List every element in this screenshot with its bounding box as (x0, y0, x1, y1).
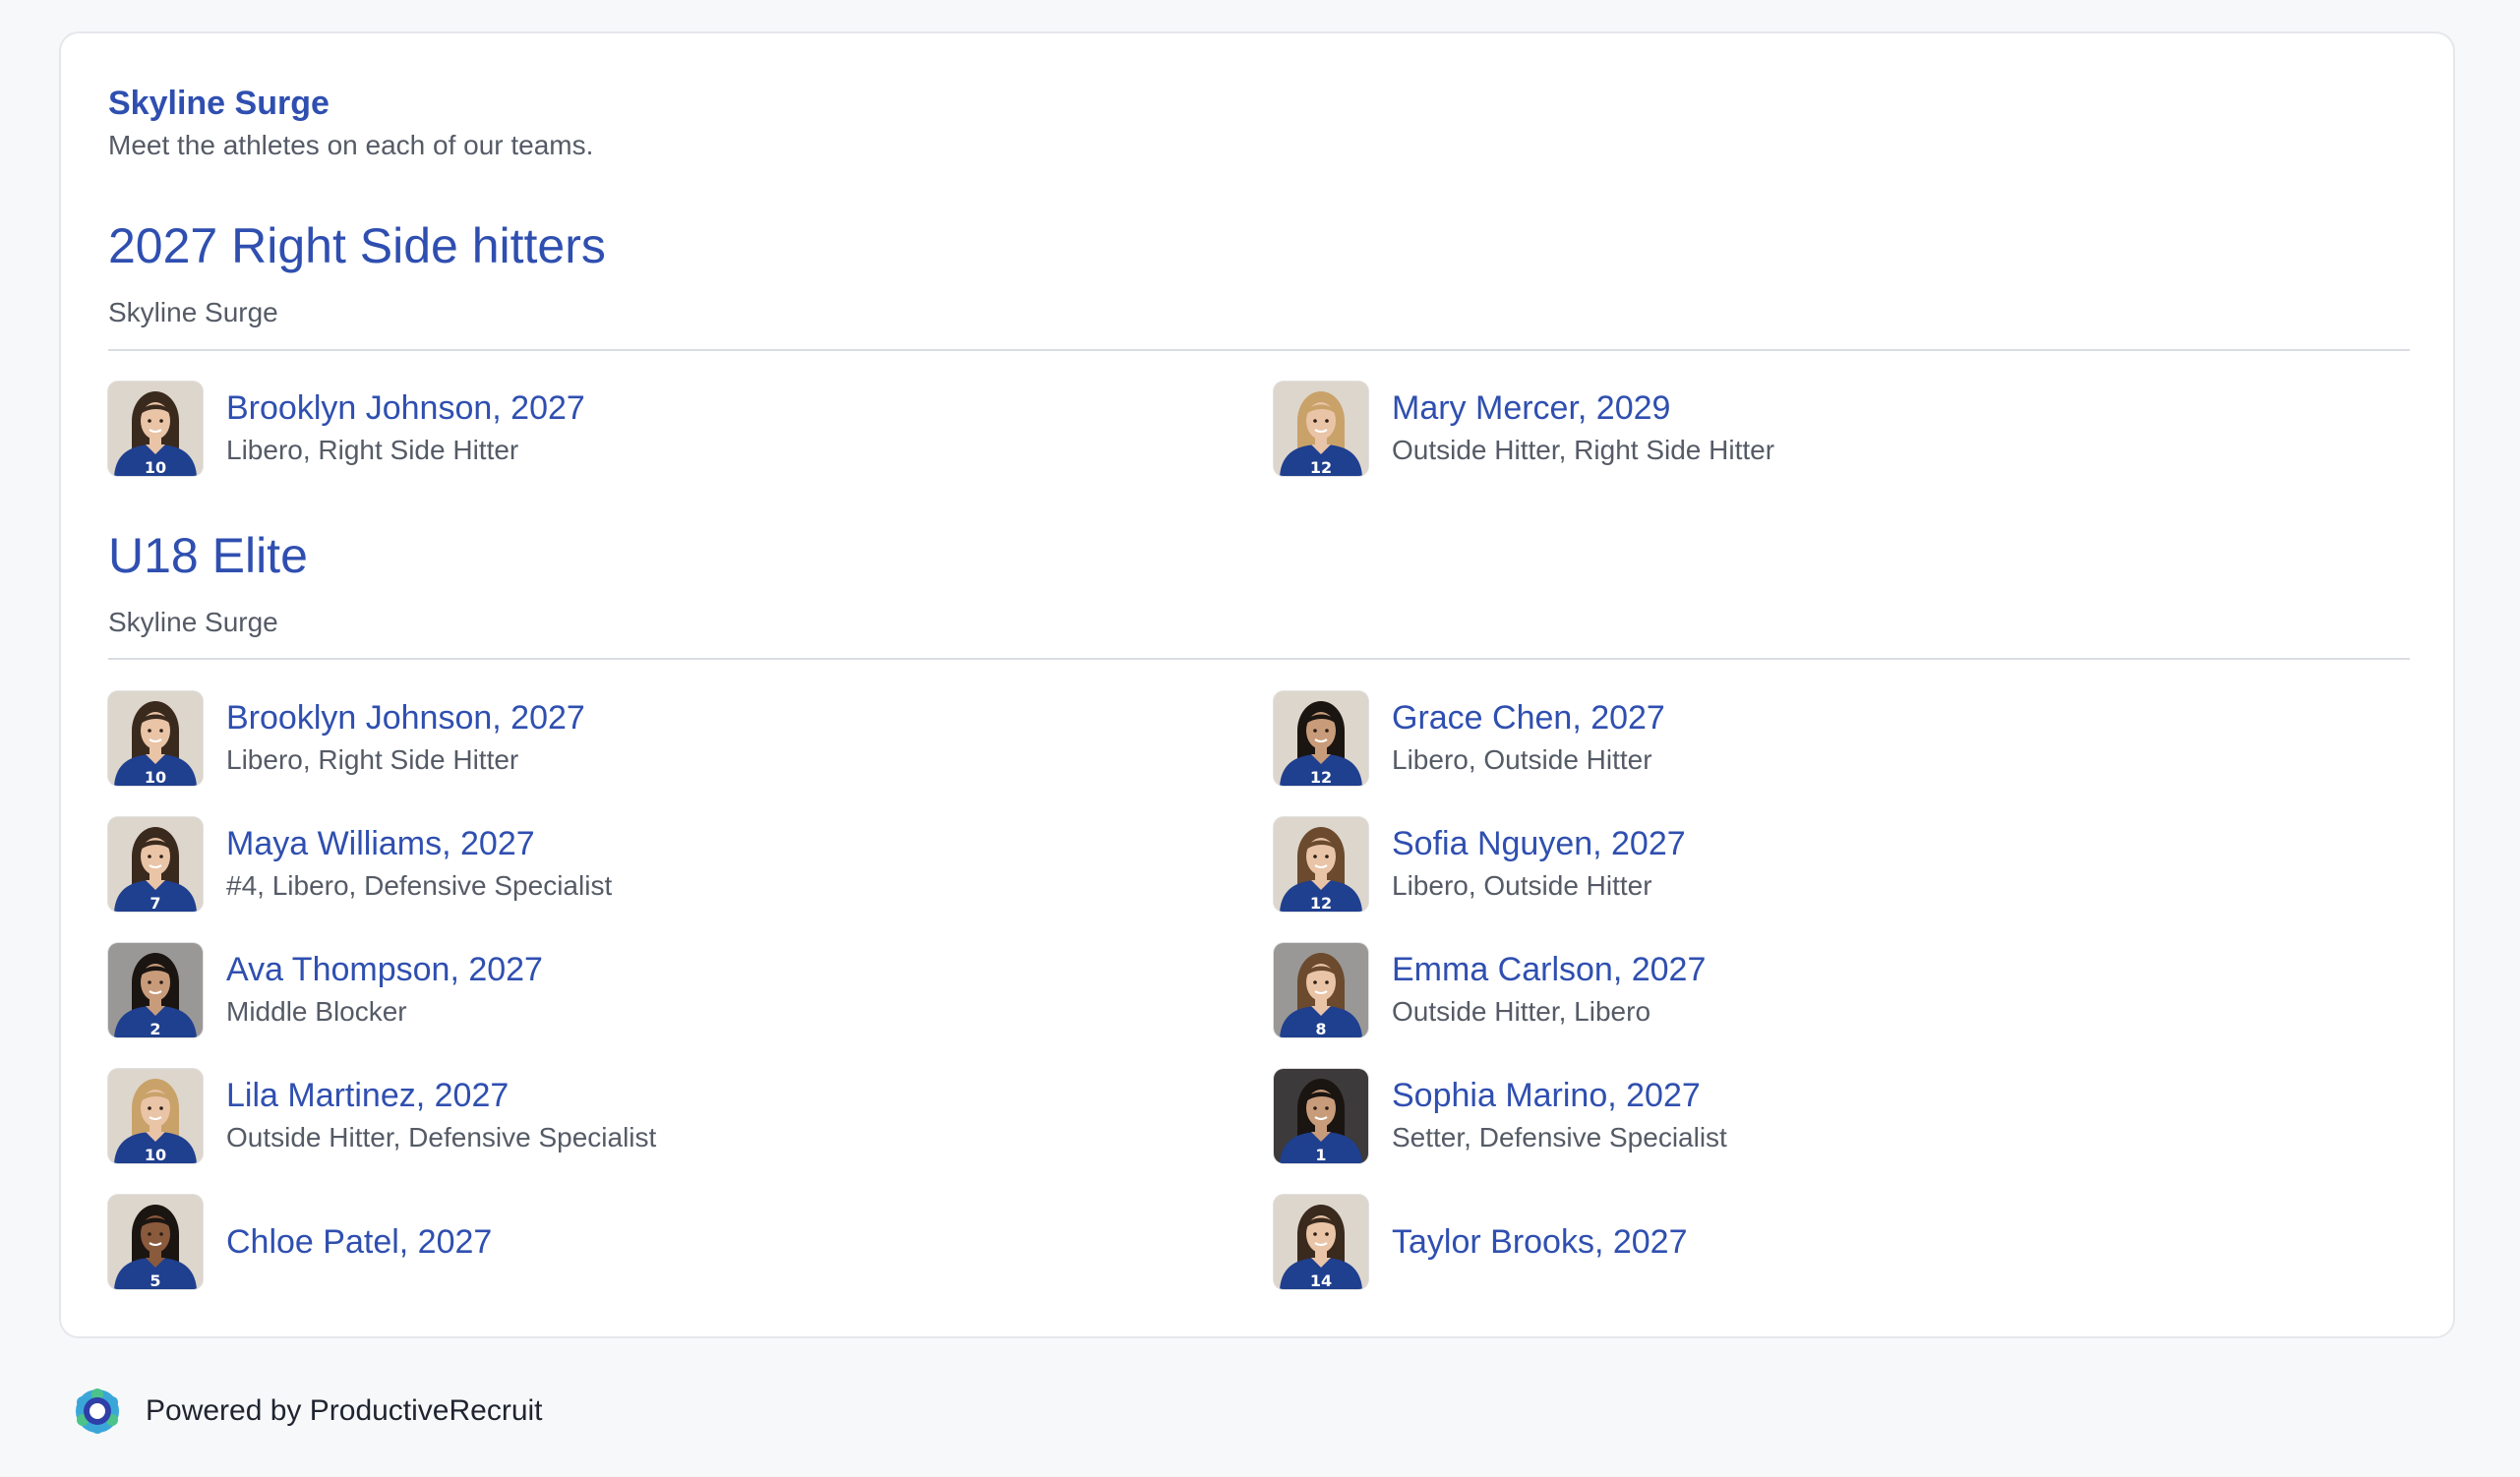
svg-text:12: 12 (1310, 458, 1332, 476)
svg-text:7: 7 (150, 894, 160, 912)
athlete-photo: 14 (1274, 1195, 1368, 1289)
svg-text:12: 12 (1310, 894, 1332, 912)
athlete-name: Sofia Nguyen, 2027 (1392, 825, 1686, 862)
athlete-positions: #4, Libero, Defensive Specialist (226, 870, 613, 901)
athlete-card[interactable]: 14 Taylor Brooks, 2027 (1274, 1195, 2356, 1293)
athlete-photo: 2 (108, 943, 203, 1037)
athlete-photo: 10 (108, 691, 203, 786)
athlete-name: Lila Martinez, 2027 (226, 1077, 510, 1114)
svg-text:8: 8 (1315, 1020, 1326, 1037)
team-title[interactable]: U18 Elite (108, 526, 308, 585)
team-club-name: Skyline Surge (108, 297, 278, 327)
athlete-card[interactable]: 2 Ava Thompson, 2027 Middle Blocker (108, 943, 1190, 1041)
athlete-name: Maya Williams, 2027 (226, 825, 535, 862)
athlete-card[interactable]: 7 Maya Williams, 2027 #4, Libero, Defens… (108, 817, 1190, 916)
powered-by-text: Powered by ProductiveRecruit (146, 1394, 543, 1427)
athlete-photo: 12 (1274, 817, 1368, 912)
athlete-card[interactable]: 10 Brooklyn Johnson, 2027 Libero, Right … (108, 382, 1190, 480)
athlete-name: Mary Mercer, 2029 (1392, 389, 1671, 427)
svg-text:1: 1 (1315, 1146, 1326, 1163)
organization-name[interactable]: Skyline Surge (108, 83, 330, 124)
athlete-card[interactable]: 5 Chloe Patel, 2027 (108, 1195, 1190, 1293)
athlete-card[interactable]: 12 Sofia Nguyen, 2027 Libero, Outside Hi… (1274, 817, 2356, 916)
athlete-name: Brooklyn Johnson, 2027 (226, 389, 585, 427)
athlete-photo: 10 (108, 1069, 203, 1163)
athlete-positions: Setter, Defensive Specialist (1392, 1122, 1727, 1152)
athlete-positions: Outside Hitter, Defensive Specialist (226, 1122, 657, 1152)
athlete-card[interactable]: 10 Brooklyn Johnson, 2027 Libero, Right … (108, 691, 1190, 790)
athlete-photo: 10 (108, 382, 203, 476)
athlete-positions: Outside Hitter, Libero (1392, 996, 1651, 1027)
athlete-name: Chloe Patel, 2027 (226, 1223, 493, 1261)
productiverecruit-logo-icon (76, 1388, 119, 1434)
athlete-card[interactable]: 8 Emma Carlson, 2027 Outside Hitter, Lib… (1274, 943, 2356, 1041)
team-club-name: Skyline Surge (108, 607, 278, 637)
athlete-card[interactable]: 12 Mary Mercer, 2029 Outside Hitter, Rig… (1274, 382, 2356, 480)
athlete-name: Ava Thompson, 2027 (226, 951, 543, 988)
team-divider (108, 658, 2410, 660)
athlete-positions: Middle Blocker (226, 996, 407, 1027)
athlete-photo: 7 (108, 817, 203, 912)
athlete-photo: 12 (1274, 382, 1368, 476)
svg-text:12: 12 (1310, 768, 1332, 786)
athlete-positions: Libero, Right Side Hitter (226, 744, 519, 775)
athlete-name: Sophia Marino, 2027 (1392, 1077, 1701, 1114)
athlete-positions: Libero, Outside Hitter (1392, 744, 1652, 775)
athlete-positions: Libero, Right Side Hitter (226, 435, 519, 465)
athlete-positions: Outside Hitter, Right Side Hitter (1392, 435, 1775, 465)
powered-by-footer[interactable]: Powered by ProductiveRecruit (73, 1387, 860, 1436)
svg-text:10: 10 (145, 1146, 166, 1163)
svg-text:14: 14 (1310, 1271, 1332, 1289)
team-title[interactable]: 2027 Right Side hitters (108, 216, 606, 275)
athlete-name: Brooklyn Johnson, 2027 (226, 699, 585, 737)
athlete-card[interactable]: 10 Lila Martinez, 2027 Outside Hitter, D… (108, 1069, 1190, 1167)
svg-text:10: 10 (145, 458, 166, 476)
athlete-photo: 12 (1274, 691, 1368, 786)
athlete-name: Taylor Brooks, 2027 (1392, 1223, 1688, 1261)
athlete-photo: 8 (1274, 943, 1368, 1037)
svg-text:10: 10 (145, 768, 166, 786)
athlete-card[interactable]: 12 Grace Chen, 2027 Libero, Outside Hitt… (1274, 691, 2356, 790)
athlete-photo: 5 (108, 1195, 203, 1289)
athlete-name: Emma Carlson, 2027 (1392, 951, 1707, 988)
athlete-positions: Libero, Outside Hitter (1392, 870, 1652, 901)
athlete-photo: 1 (1274, 1069, 1368, 1163)
organization-description: Meet the athletes on each of our teams. (108, 130, 594, 160)
svg-text:5: 5 (150, 1271, 160, 1289)
athlete-name: Grace Chen, 2027 (1392, 699, 1665, 737)
team-divider (108, 349, 2410, 351)
svg-text:2: 2 (150, 1020, 160, 1037)
athlete-card[interactable]: 1 Sophia Marino, 2027 Setter, Defensive … (1274, 1069, 2356, 1167)
